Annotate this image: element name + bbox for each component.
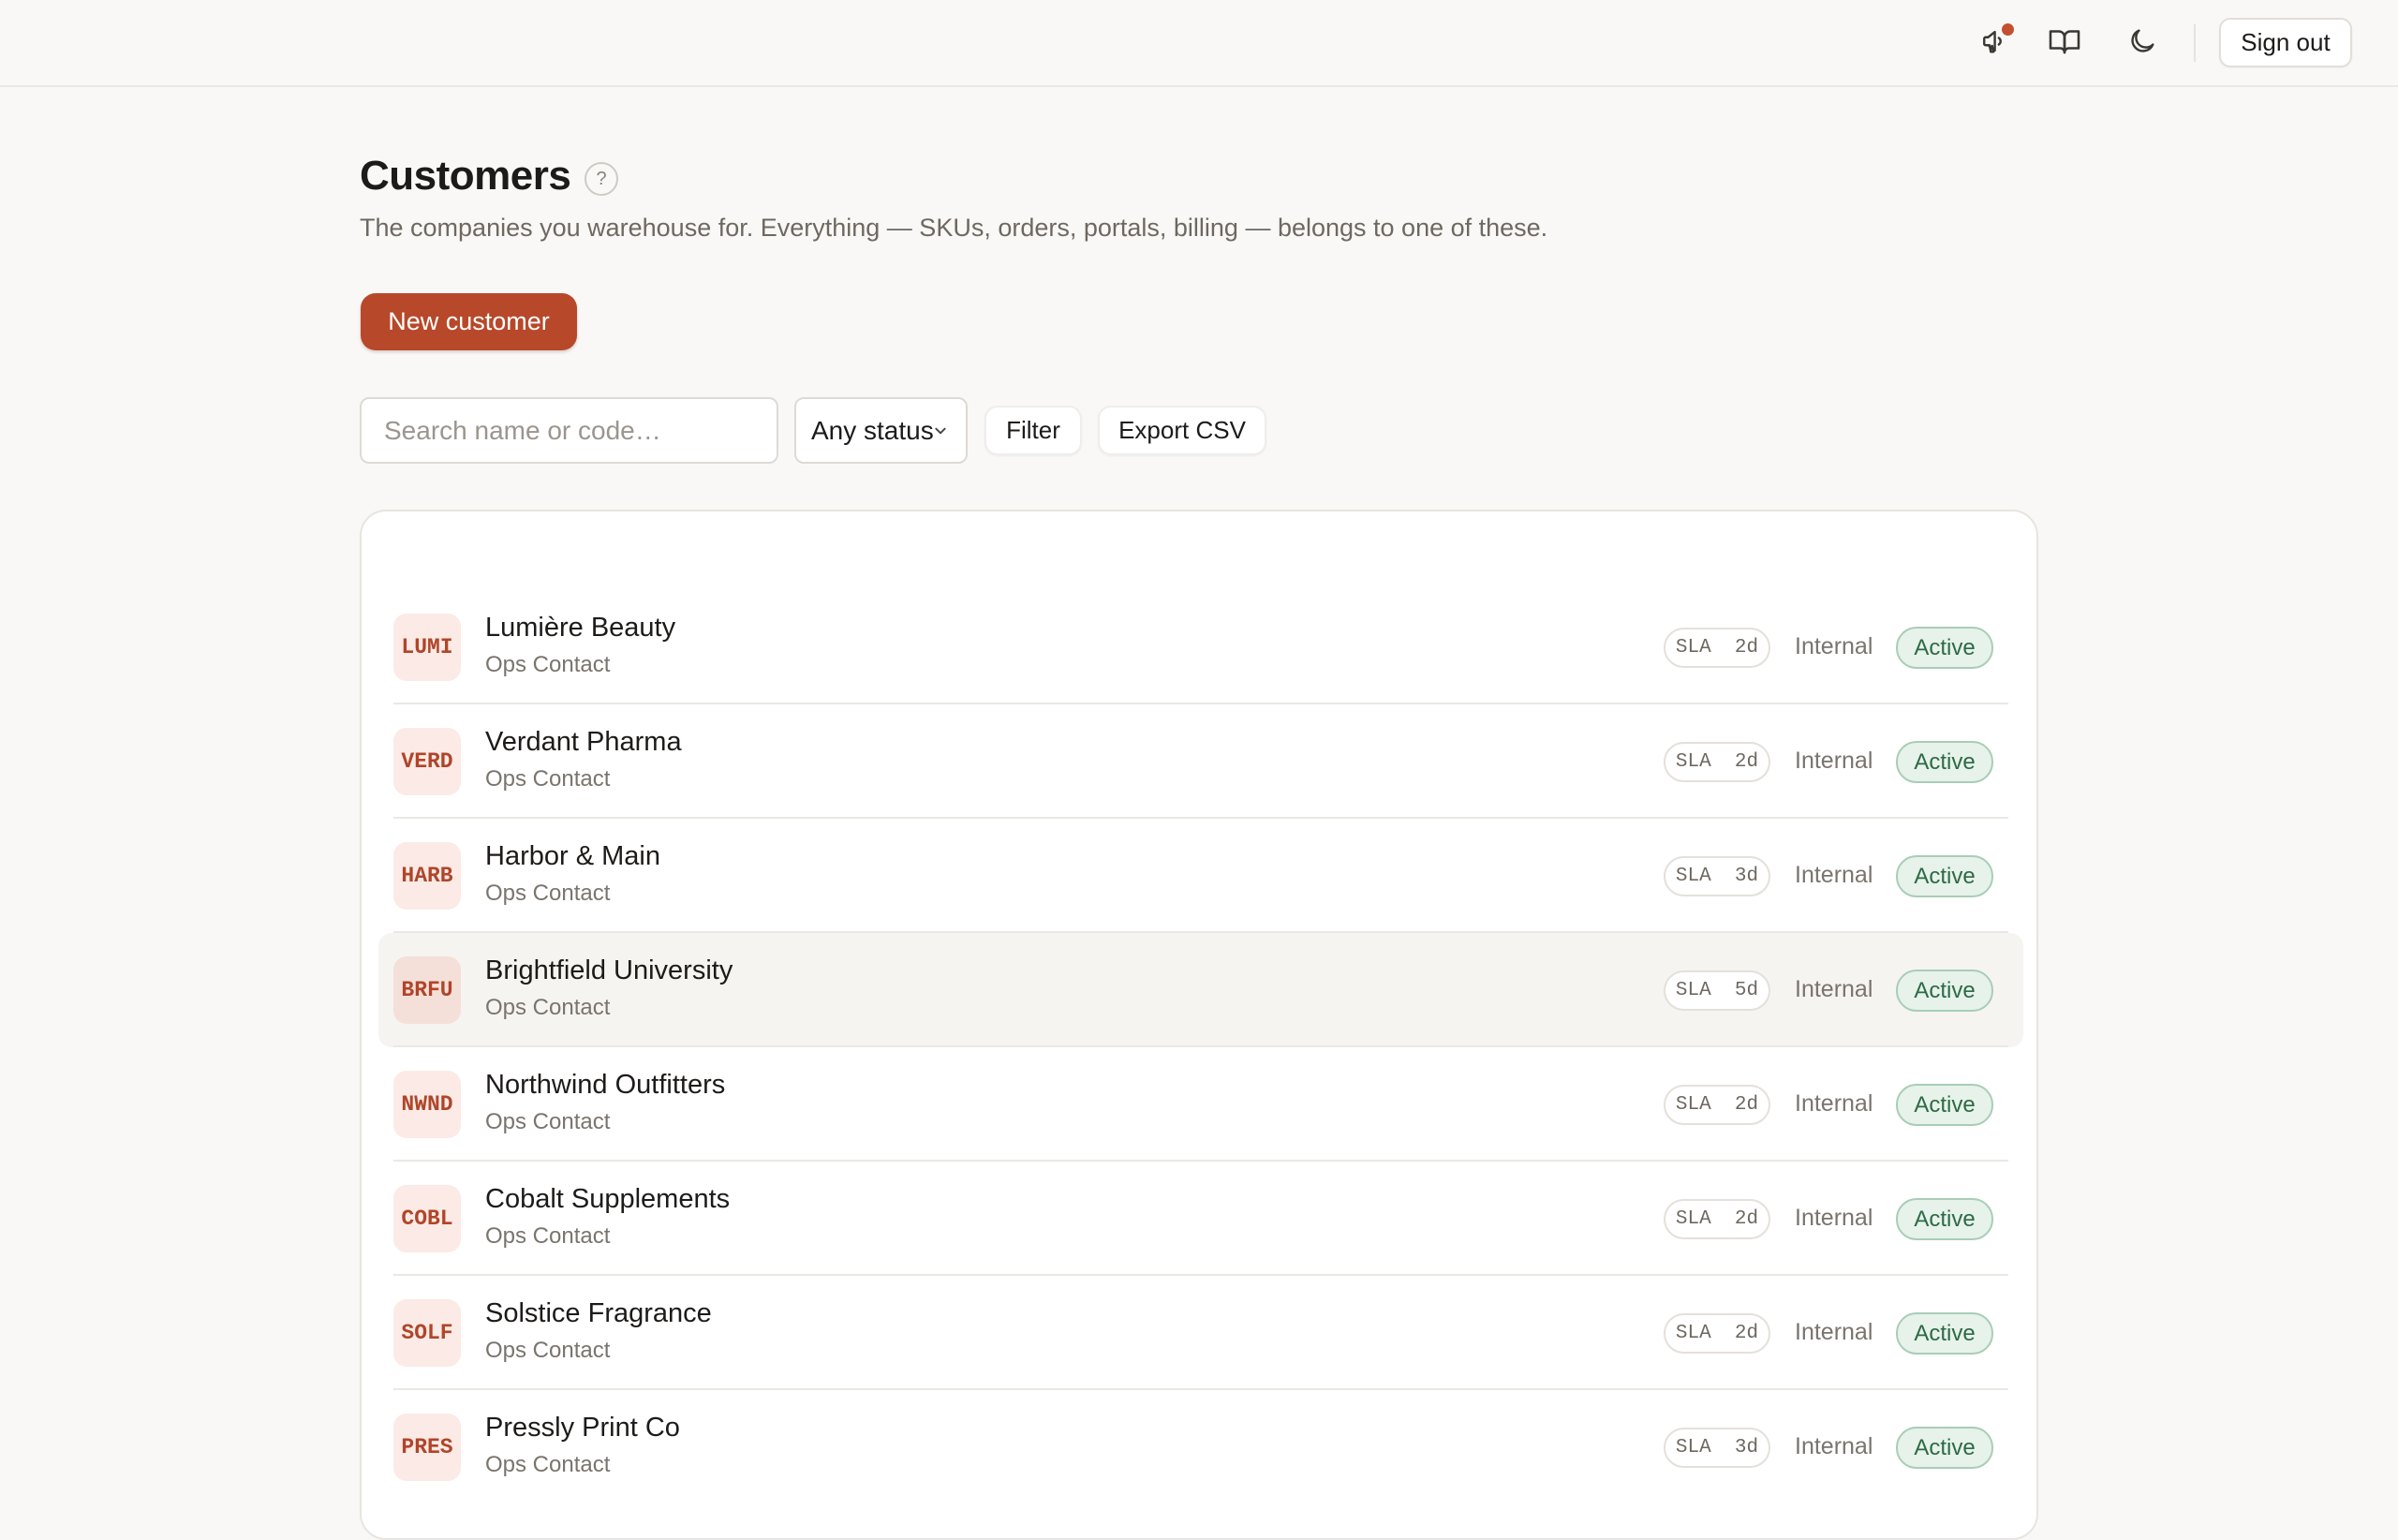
customers-list: LUMI Lumière Beauty Ops Contact SLA 2d I…: [360, 510, 2038, 1540]
customer-name: Solstice Fragrance: [485, 1298, 712, 1328]
customer-name: Lumière Beauty: [485, 613, 676, 643]
top-bar: Sign out: [0, 0, 2398, 87]
list-item[interactable]: COBL Cobalt Supplements Ops Contact SLA …: [378, 1162, 2023, 1276]
export-csv-button[interactable]: Export CSV: [1098, 406, 1266, 455]
sla-badge: SLA 2d: [1664, 1313, 1770, 1354]
customer-type: Internal: [1795, 633, 1873, 659]
help-icon[interactable]: ?: [585, 162, 618, 196]
customer-contact: Ops Contact: [485, 881, 611, 906]
filter-button[interactable]: Filter: [984, 406, 1082, 455]
customer-type: Internal: [1795, 1433, 1873, 1459]
status-badge: Active: [1896, 627, 1993, 669]
customer-code-badge: LUMI: [393, 614, 461, 681]
list-item[interactable]: NWND Northwind Outfitters Ops Contact SL…: [378, 1047, 2023, 1162]
customer-contact: Ops Contact: [485, 652, 611, 677]
customer-code-badge: VERD: [393, 728, 461, 795]
sla-badge: SLA 5d: [1664, 970, 1770, 1011]
customer-type: Internal: [1795, 862, 1873, 888]
customer-code-badge: COBL: [393, 1185, 461, 1252]
page-subtitle: The companies you warehouse for. Everyth…: [360, 214, 1548, 242]
customer-code-badge: BRFU: [393, 956, 461, 1024]
customer-code-badge: HARB: [393, 842, 461, 910]
customer-contact: Ops Contact: [485, 1338, 611, 1363]
status-select[interactable]: Any status: [794, 397, 968, 464]
chevron-down-icon: [934, 422, 947, 443]
customer-type: Internal: [1795, 976, 1873, 1002]
customer-contact: Ops Contact: [485, 1223, 611, 1249]
list-item[interactable]: BRFU Brightfield University Ops Contact …: [378, 933, 2023, 1047]
status-badge: Active: [1896, 741, 1993, 783]
customer-contact: Ops Contact: [485, 1109, 611, 1134]
book-icon: [2048, 24, 2081, 63]
customer-code-badge: SOLF: [393, 1299, 461, 1367]
customer-type: Internal: [1795, 1319, 1873, 1345]
topbar-divider: [2194, 24, 2196, 62]
customer-name: Cobalt Supplements: [485, 1184, 731, 1214]
customer-name: Verdant Pharma: [485, 727, 682, 757]
status-badge: Active: [1896, 1084, 1993, 1126]
sla-badge: SLA 3d: [1664, 1428, 1770, 1468]
customer-type: Internal: [1795, 1090, 1873, 1117]
list-item[interactable]: VERD Verdant Pharma Ops Contact SLA 2d I…: [378, 704, 2023, 819]
moon-icon: [2126, 25, 2158, 62]
customer-contact: Ops Contact: [485, 766, 611, 792]
customer-name: Pressly Print Co: [485, 1413, 680, 1443]
list-item[interactable]: PRES Pressly Print Co Ops Contact SLA 3d…: [378, 1390, 2023, 1504]
new-customer-button[interactable]: New customer: [361, 293, 577, 350]
status-select-value: Any status: [811, 415, 934, 445]
list-item[interactable]: LUMI Lumière Beauty Ops Contact SLA 2d I…: [378, 590, 2023, 704]
search-input[interactable]: [360, 397, 778, 464]
customer-type: Internal: [1795, 1205, 1873, 1231]
sla-badge: SLA 2d: [1664, 628, 1770, 668]
sla-badge: SLA 2d: [1664, 1199, 1770, 1239]
notification-dot: [2002, 23, 2014, 36]
customer-name: Brightfield University: [485, 955, 733, 985]
customer-code-badge: NWND: [393, 1071, 461, 1138]
status-badge: Active: [1896, 1198, 1993, 1240]
customer-contact: Ops Contact: [485, 1452, 611, 1477]
sla-badge: SLA 2d: [1664, 742, 1770, 782]
announcements-button[interactable]: [1975, 22, 2018, 65]
list-item[interactable]: SOLF Solstice Fragrance Ops Contact SLA …: [378, 1276, 2023, 1390]
list-item[interactable]: HARB Harbor & Main Ops Contact SLA 3d In…: [378, 819, 2023, 933]
customer-code-badge: PRES: [393, 1414, 461, 1481]
customer-contact: Ops Contact: [485, 995, 611, 1020]
customer-type: Internal: [1795, 748, 1873, 774]
sla-badge: SLA 3d: [1664, 856, 1770, 896]
sign-out-button[interactable]: Sign out: [2219, 18, 2352, 67]
status-badge: Active: [1896, 1312, 1993, 1355]
docs-button[interactable]: [2043, 22, 2086, 65]
sla-badge: SLA 2d: [1664, 1085, 1770, 1125]
status-badge: Active: [1896, 1427, 1993, 1469]
page-title: Customers: [360, 153, 571, 199]
customer-name: Northwind Outfitters: [485, 1070, 726, 1100]
status-badge: Active: [1896, 855, 1993, 897]
status-badge: Active: [1896, 970, 1993, 1012]
theme-toggle-button[interactable]: [2121, 22, 2164, 65]
customer-name: Harbor & Main: [485, 841, 660, 871]
